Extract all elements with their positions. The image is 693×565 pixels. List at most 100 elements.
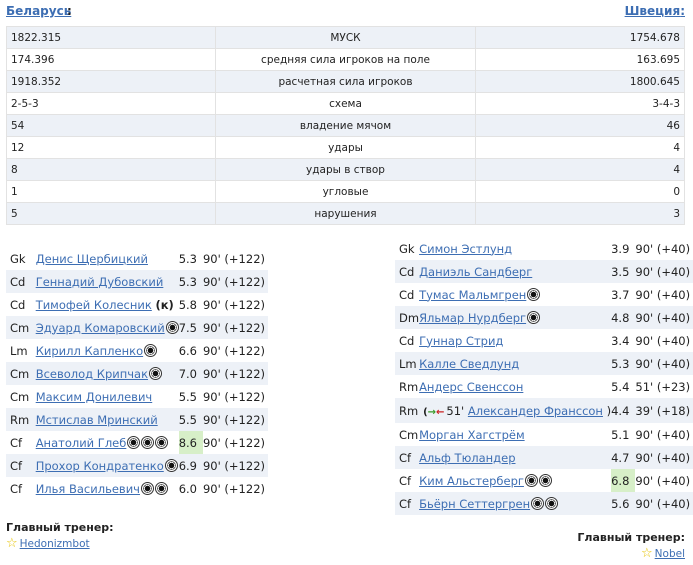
player-cell: Тимофей Колесник (к) [36, 293, 179, 316]
player-rating: 3.5 [611, 260, 636, 283]
soccer-ball-icon [165, 320, 179, 334]
player-name-link[interactable]: Анатолий Глеб [36, 436, 127, 450]
stat-label: средняя сила игроков на поле [215, 48, 476, 71]
player-row: Cf Бьёрн Сеттергрен 5.6 90' (+40) [395, 492, 693, 515]
player-position: Lm [395, 352, 420, 375]
player-row: Cf Альф Тюландер 4.7 90' (+40) [395, 446, 693, 469]
substitution-arrows-icon: (→← [423, 406, 445, 418]
coach-away-link[interactable]: Nobel [655, 548, 685, 560]
player-name-link[interactable]: Александер Франссон [468, 404, 603, 418]
player-row: Dm Яльмар Нурдберг 4.8 90' (+40) [395, 306, 693, 329]
player-rating: 4.4 [611, 398, 636, 423]
player-time: 90' (+40) [635, 492, 693, 515]
player-rating: 3.4 [611, 333, 630, 348]
star-icon: ☆ [6, 536, 18, 551]
player-row: Cd Тумас Мальмгрен 3.7 90' (+40) [395, 283, 693, 306]
soccer-ball-icon [164, 458, 178, 472]
player-cell: Симон Эстлунд [419, 237, 611, 260]
player-name-link[interactable]: Тумас Мальмгрен [419, 288, 526, 302]
player-name-link[interactable]: Геннадий Дубовский [36, 275, 164, 289]
player-rating: 5.3 [611, 352, 636, 375]
stat-row: 1 угловые 0 [6, 180, 685, 203]
player-name-link[interactable]: Симон Эстлунд [419, 242, 512, 256]
player-cell: Альф Тюландер [419, 446, 612, 469]
player-name-link[interactable]: Кирилл Капленко [36, 344, 143, 358]
stat-label: МУСК [215, 26, 476, 49]
stat-value-home: 1 [6, 180, 216, 203]
player-cell: Калле Сведлунд [419, 352, 612, 375]
team-right-link[interactable]: Швеция: [625, 4, 685, 18]
player-name-link[interactable]: Тимофей Колесник [36, 298, 152, 312]
player-position: Gk [10, 251, 26, 266]
player-row: Rm Мстислав Мринский 5.5 90' (+122) [6, 408, 268, 431]
player-cell: Морган Хагстрём [419, 423, 611, 446]
team-right-label: Швеция [624, 4, 681, 18]
stat-value-away: 4 [475, 136, 685, 159]
stat-row: 12 удары 4 [6, 136, 685, 159]
player-name-link[interactable]: Илья Васильевич [36, 482, 140, 496]
player-row: Cm Всеволод Крипчак 7.0 90' (+122) [6, 362, 268, 385]
team-left-link[interactable]: Беларусь [6, 4, 71, 18]
player-time: 90' (+40) [635, 446, 693, 469]
soccer-ball-icon [527, 310, 541, 324]
player-cell: Андерс Свенссон [419, 375, 611, 398]
stat-row: 2-5-3 схема 3-4-3 [6, 92, 685, 115]
substitution-close-paren: ) [602, 403, 612, 418]
stat-row: 8 удары в створ 4 [6, 158, 685, 181]
player-name-link[interactable]: Всеволод Крипчак [36, 367, 148, 381]
player-name-link[interactable]: Яльмар Нурдберг [419, 311, 526, 325]
player-name-link[interactable]: Мстислав Мринский [36, 413, 158, 427]
stat-value-away: 3-4-3 [475, 92, 685, 115]
player-name-link[interactable]: Андерс Свенссон [419, 380, 523, 394]
player-name-link[interactable]: Даниэль Сандберг [419, 265, 532, 279]
stat-value-home: 2-5-3 [6, 92, 216, 115]
soccer-ball-icon [545, 496, 559, 510]
stat-value-home: 12 [6, 136, 216, 159]
player-rating: 4.7 [611, 446, 636, 469]
player-cell: Кирилл Капленко [36, 339, 179, 362]
soccer-ball-icon [144, 343, 158, 357]
player-time: 90' (+122) [202, 481, 265, 496]
player-name-link[interactable]: Калле Сведлунд [419, 357, 519, 371]
stat-label: удары в створ [215, 158, 476, 181]
player-cell: Мстислав Мринский [35, 408, 179, 431]
player-row: Gk Денис Щербицкий 5.3 90' (+122) [6, 247, 268, 270]
stat-value-home: 8 [6, 158, 216, 181]
stat-value-away: 46 [475, 114, 685, 137]
stat-label: угловые [215, 180, 476, 203]
stat-label: расчетная сила игроков [215, 70, 476, 93]
lineup-home: Gk Денис Щербицкий 5.3 90' (+122) Cd Геннадий… [6, 247, 268, 500]
coach-home-link[interactable]: Hedonizmbot [20, 538, 90, 550]
player-position: Cf [395, 446, 420, 469]
player-rating: 6.0 [178, 481, 197, 496]
player-name-link[interactable]: Гуннар Стрид [419, 334, 503, 348]
player-cell: Даниэль Сандберг [419, 260, 612, 283]
player-time: 51' (+23) [635, 379, 691, 394]
player-name-link[interactable]: Максим Донилевич [36, 390, 153, 404]
player-time: 90' (+122) [202, 297, 265, 312]
player-rating: 7.0 [178, 362, 203, 385]
player-time: 90' (+122) [202, 343, 265, 358]
player-position: Cf [10, 481, 23, 496]
team-left-colon: : [67, 4, 72, 18]
player-name-link[interactable]: Морган Хагстрём [419, 428, 525, 442]
player-time: 90' (+40) [635, 333, 691, 348]
player-rating: 6.9 [178, 454, 203, 477]
player-name-link[interactable]: Бьёрн Сеттергрен [419, 497, 530, 511]
player-position: Cf [6, 454, 36, 477]
player-name-link[interactable]: Денис Щербицкий [36, 252, 148, 266]
player-position: Cm [10, 389, 30, 404]
player-row: Lm Кирилл Капленко 6.6 90' (+122) [6, 339, 268, 362]
player-rating: 6.8 [611, 469, 636, 492]
player-name-link[interactable]: Прохор Кондратенко [36, 459, 164, 473]
player-row: Cd Тимофей Колесник (к) 5.8 90' (+122) [6, 293, 268, 316]
player-name-link[interactable]: Ким Альстерберг [419, 474, 524, 488]
player-name-link[interactable]: Эдуард Комаровский [36, 321, 165, 335]
player-position: Cf [399, 473, 412, 488]
player-name-link[interactable]: Альф Тюландер [419, 451, 515, 465]
soccer-ball-icon [154, 481, 168, 495]
player-rating: 8.6 [178, 431, 203, 454]
player-position: Rm [399, 379, 419, 394]
player-row: Cd Гуннар Стрид 3.4 90' (+40) [395, 329, 693, 352]
player-time: 90' (+122) [202, 454, 268, 477]
